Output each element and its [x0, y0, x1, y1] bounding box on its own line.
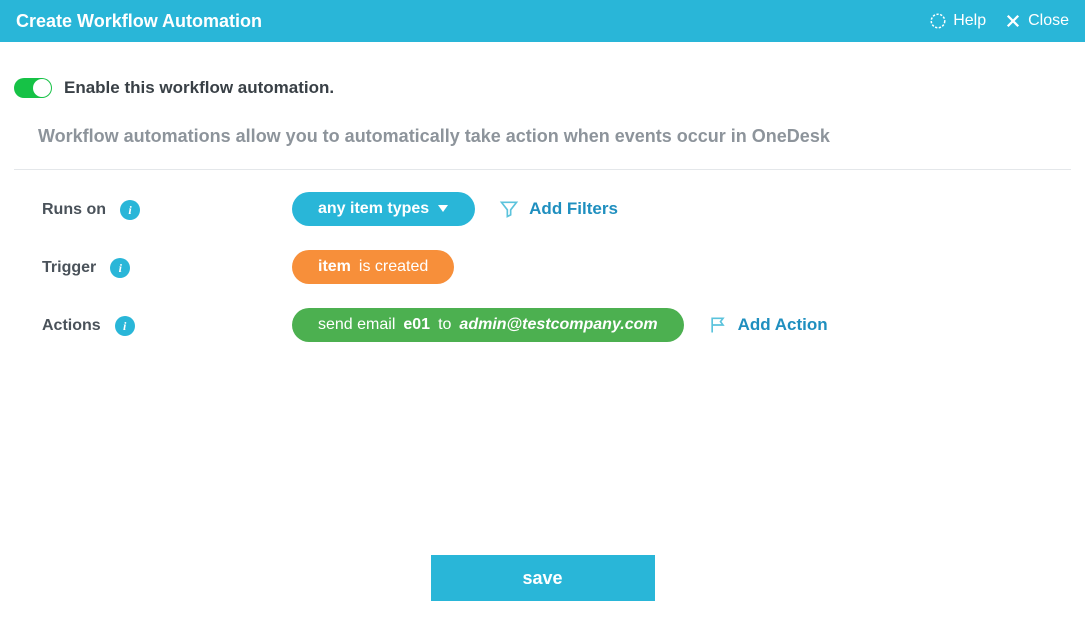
dialog-body: Enable this workflow automation. Workflo…	[0, 42, 1085, 342]
help-label: Help	[953, 12, 986, 30]
close-icon	[1004, 12, 1022, 30]
info-icon[interactable]: i	[120, 200, 140, 220]
chevron-down-icon	[437, 200, 449, 218]
help-icon	[929, 12, 947, 30]
add-action-label: Add Action	[738, 315, 828, 335]
flag-icon	[708, 315, 728, 335]
close-button[interactable]: Close	[1004, 12, 1069, 30]
trigger-label: Trigger	[42, 259, 96, 277]
description-text: Workflow automations allow you to automa…	[14, 126, 1071, 169]
action-pill[interactable]: send email e01 to admin@testcompany.com	[292, 308, 684, 342]
action-code: e01	[403, 316, 430, 334]
runs-on-row: Runs on i any item types Add Filters	[42, 192, 1071, 226]
add-action-button[interactable]: Add Action	[708, 315, 828, 335]
action-to: to	[438, 316, 451, 334]
info-icon[interactable]: i	[115, 316, 135, 336]
enable-label: Enable this workflow automation.	[64, 78, 334, 98]
save-button[interactable]: save	[431, 555, 655, 601]
add-filters-button[interactable]: Add Filters	[499, 199, 618, 219]
dialog-title: Create Workflow Automation	[16, 11, 262, 32]
filter-icon	[499, 199, 519, 219]
trigger-pill[interactable]: item is created	[292, 250, 454, 284]
enable-toggle[interactable]	[14, 78, 52, 98]
add-filters-label: Add Filters	[529, 199, 618, 219]
action-prefix: send email	[318, 316, 395, 334]
runs-on-value: any item types	[318, 200, 429, 218]
actions-label: Actions	[42, 317, 101, 335]
dialog-header: Create Workflow Automation Help Close	[0, 0, 1085, 42]
action-target: admin@testcompany.com	[459, 316, 657, 334]
info-icon[interactable]: i	[110, 258, 130, 278]
enable-row: Enable this workflow automation.	[14, 78, 1071, 98]
help-button[interactable]: Help	[929, 12, 986, 30]
actions-row: Actions i send email e01 to admin@testco…	[42, 308, 1071, 342]
close-label: Close	[1028, 12, 1069, 30]
trigger-item: item	[318, 258, 351, 276]
trigger-row: Trigger i item is created	[42, 250, 1071, 284]
runs-on-label: Runs on	[42, 201, 106, 219]
footer: save	[0, 555, 1085, 601]
divider	[14, 169, 1071, 170]
runs-on-dropdown[interactable]: any item types	[292, 192, 475, 226]
trigger-condition: is created	[359, 258, 428, 276]
header-actions: Help Close	[929, 12, 1069, 30]
